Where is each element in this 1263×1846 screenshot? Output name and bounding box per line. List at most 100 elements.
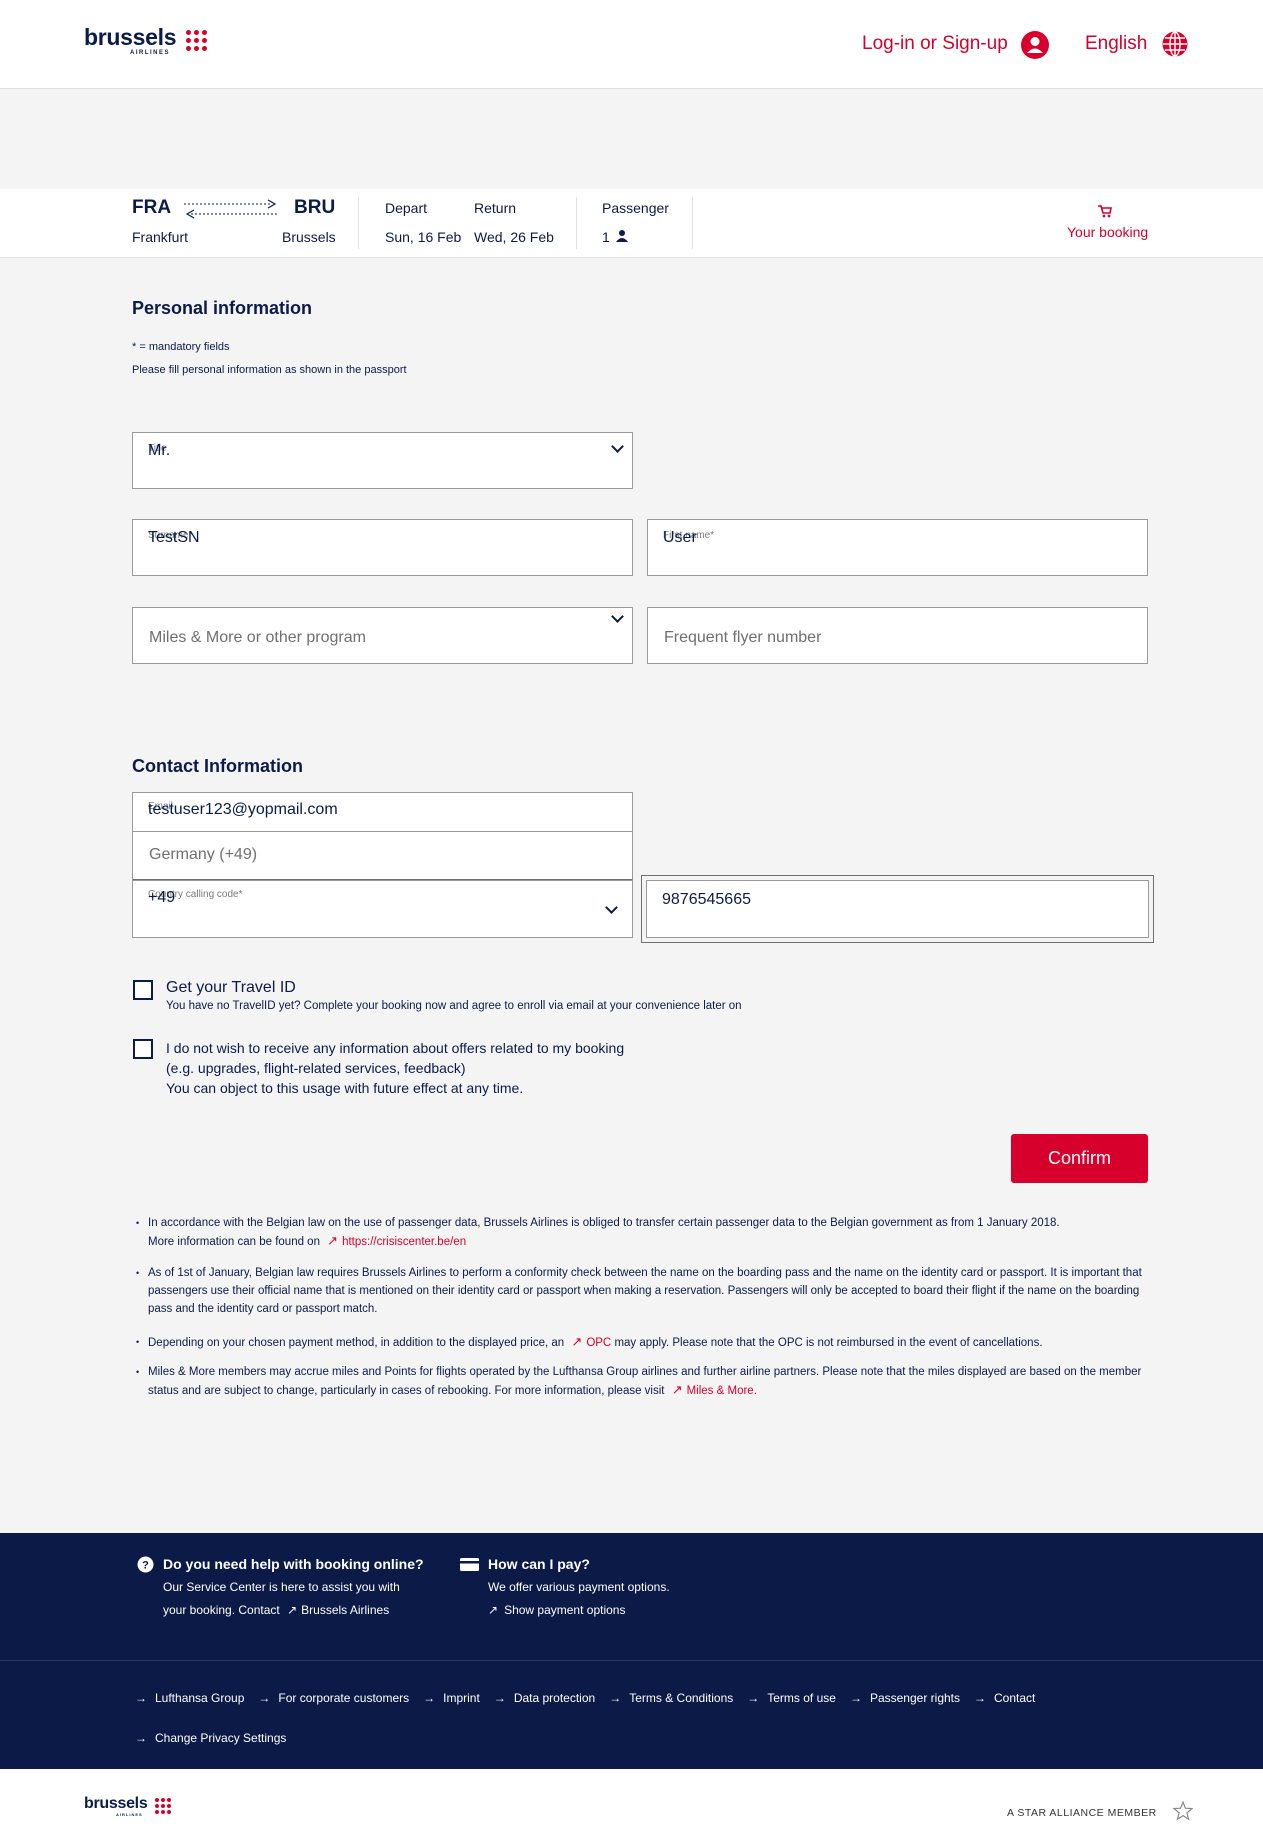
arrow-right-icon: → [849,1691,862,1705]
footer-link-data-protection[interactable]: → Data protection [494,1691,595,1705]
pay-line-1: We offer various payment options. [488,1580,670,1594]
crisiscenter-link[interactable]: https://crisiscenter.be/en [342,1236,466,1248]
external-link-icon: ↗ [671,1382,683,1397]
opc-link[interactable]: OPC [586,1337,611,1349]
note-1-text: In accordance with the Belgian law on th… [148,1217,1060,1229]
destination-code: BRU [294,197,336,218]
travel-id-checkbox[interactable] [133,980,153,1000]
miles-more-link[interactable]: Miles & More. [687,1385,757,1397]
arrow-right-icon: → [747,1691,760,1705]
ff-number-placeholder: Frequent flyer number [664,629,822,646]
marketing-line-1: I do not wish to receive any information… [166,1040,625,1056]
travel-id-text: You have no TravelID yet? Complete your … [166,1000,742,1012]
link-label: Passenger rights [869,1691,960,1705]
show-payment-options-link[interactable]: Show payment options [504,1603,625,1617]
phone-number-input[interactable]: 9876545665 [646,880,1149,938]
footer-link-terms-of-use[interactable]: → Terms of use [747,1691,836,1705]
footer-link-terms-conditions[interactable]: → Terms & Conditions [609,1691,733,1705]
phone-value: 9876545665 [662,891,751,908]
destination-city: Brussels [282,229,336,245]
first-name-value: User [663,529,697,546]
logo-dots-icon [155,1798,171,1814]
frequent-flyer-number-input[interactable]: Frequent flyer number [647,607,1148,664]
user-account-icon[interactable] [1021,31,1049,59]
note-belgian-law: • In accordance with the Belgian law on … [136,1214,1146,1251]
help-question-icon: ? [137,1556,154,1578]
external-link-icon: ↗ [488,1603,499,1617]
bullet-icon: • [136,1367,140,1377]
frequent-flyer-program-select[interactable]: Miles & More or other program [132,607,633,664]
link-label: Change Privacy Settings [155,1731,287,1745]
star-alliance-text: A STAR ALLIANCE MEMBER [1007,1807,1157,1819]
arrow-right-icon: → [493,1691,506,1705]
footer-link-passenger-rights[interactable]: → Passenger rights [850,1691,960,1705]
login-signup-link[interactable]: Log-in or Sign-up [862,33,1008,55]
cart-icon[interactable] [1098,205,1112,223]
chevron-down-icon [611,610,624,623]
pay-title: How can I pay? [488,1556,590,1572]
footer-link-imprint[interactable]: → Imprint [423,1691,480,1705]
title-value: Mr. [148,442,171,459]
contact-info-title: Contact Information [132,756,303,776]
depart-date: Sun, 16 Feb [385,229,462,245]
note-opc: • Depending on your chosen payment metho… [136,1333,1146,1352]
passport-note: Please fill personal information as show… [132,364,407,376]
logo-dots-icon [186,30,207,51]
calling-code-value: +49 [148,889,176,906]
title-select[interactable]: Title Mr. [132,432,633,489]
star-alliance-icon [1172,1800,1194,1826]
footer-link-privacy-settings[interactable]: → Change Privacy Settings [135,1731,286,1745]
marketing-line-2: (e.g. upgrades, flight-related services,… [166,1060,466,1076]
personal-info-title: Personal information [132,298,313,318]
external-link-icon: ↗ [571,1334,583,1349]
footer-logo[interactable]: brussels AIRLINES [84,1795,171,1817]
logo-wordmark: brussels [84,24,177,50]
country-calling-code-select[interactable]: Country calling code* +49 [132,880,633,938]
bullet-icon: • [136,1337,140,1347]
divider [358,197,359,249]
footer-link-lufthansa-group[interactable]: → Lufthansa Group [135,1691,244,1705]
email-field[interactable]: Email testuser123@yopmail.com [132,792,633,832]
help-text: Our Service Center is here to assist you… [163,1576,400,1622]
route-arrows-icon [183,199,279,224]
brussels-airlines-contact-link[interactable]: Brussels Airlines [301,1603,389,1617]
divider [692,197,693,249]
depart-label: Depart [385,200,428,216]
footer-link-corporate[interactable]: → For corporate customers [258,1691,409,1705]
marketing-line-3: You can object to this usage with future… [166,1080,524,1096]
footer-link-contact[interactable]: → Contact [974,1691,1035,1705]
note-3-text-b: may apply. Please note that the OPC is n… [614,1337,1043,1349]
travel-id-title: Get your Travel ID [166,979,296,996]
external-link-icon: ↗ [287,1603,298,1617]
marketing-opt-out-checkbox[interactable] [133,1039,153,1059]
origin-code: FRA [132,197,172,218]
surname-value: TestSN [148,529,200,546]
divider [576,197,577,249]
arrow-right-icon: → [609,1691,622,1705]
brussels-airlines-logo[interactable]: brussels AIRLINES [84,24,207,56]
bottom-bar: brussels AIRLINES A STAR ALLIANCE MEMBER [0,1769,1263,1846]
footer-links: → Lufthansa Group → For corporate customer… [0,1661,1263,1769]
country-option[interactable]: Germany (+49) [132,831,633,881]
return-label: Return [474,200,517,216]
email-value: testuser123@yopmail.com [148,801,338,818]
note-3-text-a: Depending on your chosen payment method,… [148,1337,565,1349]
note-4-text: Miles & More members may accrue miles an… [148,1366,1142,1397]
chevron-down-icon [611,440,624,453]
globe-icon[interactable] [1161,30,1189,63]
confirm-button[interactable]: Confirm [1011,1134,1148,1183]
your-booking-link[interactable]: Your booking [1067,224,1148,240]
link-label: Imprint [443,1691,480,1705]
arrow-right-icon: → [258,1691,271,1705]
logo-subtitle: AIRLINES [130,50,171,56]
passenger-count: 1 [602,229,610,245]
first-name-field[interactable]: First name* User [647,519,1148,576]
surname-field[interactable]: Surname* TestSN [132,519,633,576]
arrow-right-icon: → [423,1691,436,1705]
note-1-more: More information can be found on [148,1236,320,1248]
bullet-icon: • [136,1268,140,1278]
marketing-opt-out-text: I do not wish to receive any information… [166,1038,624,1098]
language-selector[interactable]: English [1085,33,1147,55]
note-name-check: • As of 1st of January, Belgian law requ… [136,1264,1146,1318]
note-2-text: As of 1st of January, Belgian law requir… [148,1267,1142,1315]
